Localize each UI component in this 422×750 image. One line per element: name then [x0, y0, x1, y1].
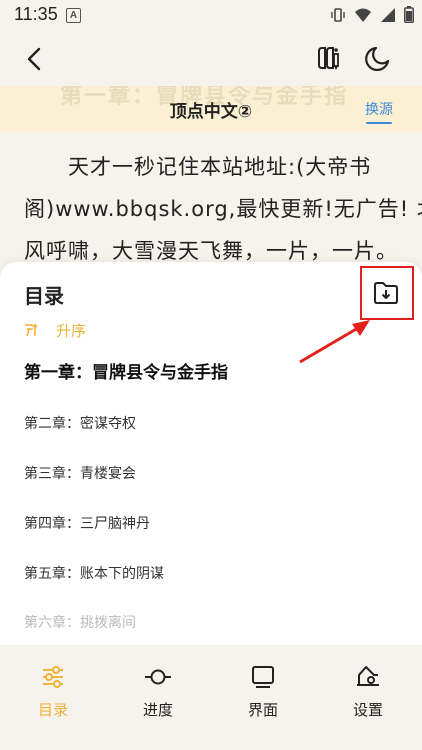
status-bar: 11:35 A	[0, 0, 422, 30]
settings-icon	[357, 666, 379, 686]
bookmark-book-icon[interactable]	[313, 44, 343, 74]
reader-line: 天才一秒记住本站地址:(大帝书	[24, 155, 372, 179]
signal-icon	[381, 7, 395, 22]
display-icon	[252, 666, 274, 688]
vibrate-icon	[331, 7, 345, 22]
source-bar: 第一章：冒牌县令与金手指 顶点中文② 换源	[0, 86, 422, 132]
progress-icon	[145, 669, 171, 685]
nav-label-progress: 进度	[142, 701, 173, 719]
notification-icon: A	[66, 8, 81, 23]
wifi-icon	[355, 8, 371, 22]
nav-item-settings[interactable]: 设置	[338, 663, 398, 720]
moon-icon[interactable]	[362, 44, 392, 74]
chapter-item-current[interactable]: 第一章：冒牌县令与金手指	[24, 358, 228, 383]
chapter-item[interactable]: 第五章：账本下的阴谋	[24, 563, 164, 583]
sort-ascending-icon	[25, 323, 38, 337]
chapter-item[interactable]: 第四章：三尸脑神丹	[24, 513, 150, 533]
bottom-nav: 目录 进度 界面 设置	[0, 645, 422, 750]
nav-item-toc[interactable]: 目录	[23, 663, 83, 720]
switch-source-underline	[366, 122, 392, 124]
reader-toolbar	[0, 30, 422, 86]
nav-item-display[interactable]: 界面	[233, 663, 293, 720]
battery-icon	[404, 6, 414, 23]
nav-label-display: 界面	[247, 701, 278, 719]
chevron-left-icon[interactable]	[20, 44, 50, 74]
status-time: 11:35	[14, 4, 58, 24]
toc-title: 目录	[24, 284, 64, 308]
switch-source-button[interactable]: 换源	[365, 99, 393, 119]
reader-line: 阁)www.bbqsk.org,最快更新!无广告! 北	[24, 197, 422, 221]
annotation-arrow	[299, 320, 370, 364]
source-name: 顶点中文②	[169, 102, 253, 122]
sort-label: 升序	[56, 321, 87, 340]
reader-content: 天才一秒记住本站地址:(大帝书 阁)www.bbqsk.org,最快更新!无广告…	[24, 146, 422, 272]
status-icons	[330, 6, 414, 23]
download-icon[interactable]	[372, 278, 400, 306]
chapter-item[interactable]: 第二章：密谋夺权	[24, 413, 136, 433]
sort-toggle[interactable]: 升序	[24, 320, 86, 340]
chapter-item[interactable]: 第三章：青楼宴会	[24, 463, 136, 483]
nav-item-progress[interactable]: 进度	[128, 663, 188, 720]
toc-sliders-icon	[43, 666, 63, 688]
chapter-item[interactable]: 第六章：挑拨离间	[24, 612, 136, 632]
nav-label-toc: 目录	[37, 701, 68, 719]
nav-label-settings: 设置	[352, 701, 383, 719]
